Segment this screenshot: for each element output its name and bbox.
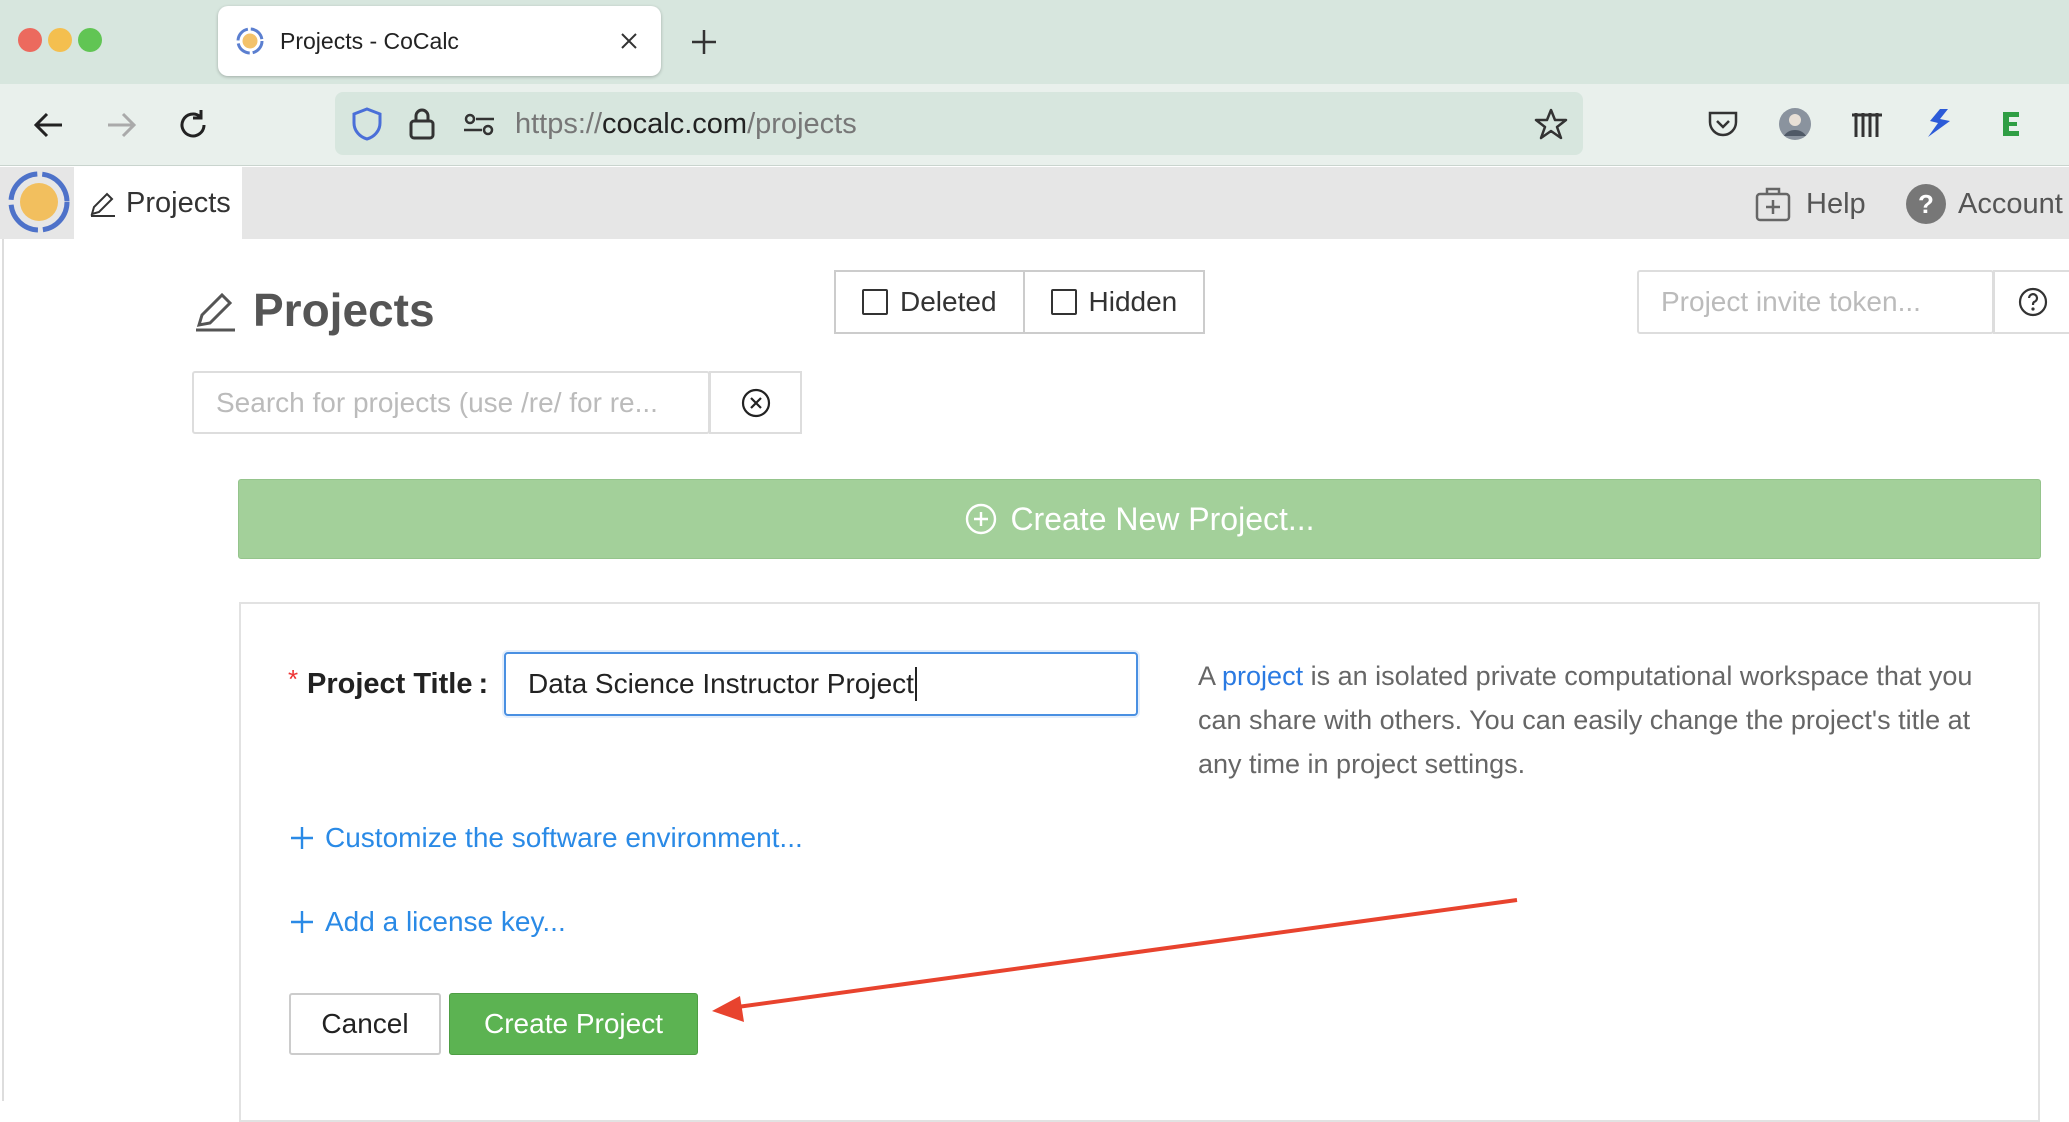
deleted-filter-label: Deleted <box>900 286 997 317</box>
new-tab-button[interactable] <box>680 18 728 66</box>
edit-icon <box>196 292 235 332</box>
token-help-button[interactable] <box>1993 270 2069 334</box>
pocket-icon[interactable] <box>1703 104 1743 144</box>
tab-title: Projects - CoCalc <box>280 27 459 54</box>
nav-tab-projects[interactable]: Projects <box>74 167 242 239</box>
help-button[interactable]: Help <box>1754 180 1866 228</box>
project-search-input[interactable]: Search for projects (use /re/ for re... <box>192 371 710 434</box>
project-title-input[interactable]: Data Science Instructor Project <box>504 652 1138 716</box>
left-border <box>2 239 4 1101</box>
shield-icon[interactable] <box>347 104 387 144</box>
hidden-filter-toggle[interactable]: Hidden <box>1024 270 1206 334</box>
add-license-key-link[interactable]: Add a license key... <box>289 900 566 944</box>
project-invite-token-input[interactable]: Project invite token... <box>1637 270 1994 334</box>
plus-icon <box>291 827 313 849</box>
token-placeholder: Project invite token... <box>1661 286 1921 317</box>
lock-icon[interactable] <box>402 104 442 144</box>
page-title: Projects <box>193 280 435 340</box>
project-title-label: Project Title: <box>307 668 489 700</box>
cancel-button[interactable]: Cancel <box>289 993 441 1055</box>
create-new-project-label: Create New Project... <box>1010 500 1315 537</box>
plus-icon <box>692 30 716 54</box>
extension-grid-icon[interactable] <box>1847 104 1887 144</box>
close-circle-icon <box>741 388 770 417</box>
search-clear-button[interactable] <box>709 371 802 434</box>
account-question-icon: ? <box>1906 184 1946 224</box>
extension-puzzle-icon[interactable] <box>1919 104 1959 144</box>
reload-icon <box>180 110 206 138</box>
deleted-filter-toggle[interactable]: Deleted <box>834 270 1025 334</box>
minimize-window-button[interactable] <box>48 28 72 52</box>
cocalc-logo-icon[interactable] <box>6 169 72 235</box>
arrow-right-icon <box>108 112 137 138</box>
question-circle-icon <box>2018 287 2048 317</box>
required-mark: * <box>288 664 299 694</box>
maximize-window-button[interactable] <box>78 28 102 52</box>
create-new-project-button[interactable]: Create New Project... <box>238 479 2041 559</box>
page-title-text: Projects <box>253 284 435 336</box>
url-text[interactable]: https://cocalc.com/projects <box>515 108 857 141</box>
text-caret <box>914 667 917 701</box>
site-permissions-icon[interactable] <box>459 104 499 144</box>
help-label: Help <box>1806 187 1866 220</box>
hidden-filter-label: Hidden <box>1088 286 1178 317</box>
checkbox-icon <box>1050 289 1077 315</box>
plus-icon <box>291 911 313 933</box>
project-info-link[interactable]: project <box>1222 661 1303 691</box>
create-project-button[interactable]: Create Project <box>449 993 698 1055</box>
bookmark-star-icon[interactable] <box>1531 104 1571 144</box>
cocalc-favicon-icon <box>236 27 264 55</box>
medkit-icon <box>1755 187 1791 222</box>
search-placeholder: Search for projects (use /re/ for re... <box>216 386 658 418</box>
project-description: A project is an isolated private computa… <box>1198 661 1973 779</box>
forward-button[interactable] <box>98 102 144 148</box>
arrow-left-icon <box>33 112 62 138</box>
checkbox-icon <box>862 289 888 315</box>
back-button[interactable] <box>26 102 72 148</box>
reload-button[interactable] <box>170 102 216 148</box>
edit-icon <box>90 192 115 217</box>
browser-tab[interactable]: Projects - CoCalc <box>218 6 661 76</box>
plus-circle-icon <box>966 503 997 535</box>
account-label: Account <box>1958 187 2063 220</box>
filter-toggle-group: Deleted Hidden <box>834 270 1206 334</box>
profile-avatar-icon[interactable] <box>1775 104 1815 144</box>
close-window-button[interactable] <box>18 28 42 52</box>
tab-close-icon[interactable] <box>615 27 643 55</box>
customize-environment-link[interactable]: Customize the software environment... <box>289 816 803 860</box>
project-title-value: Data Science Instructor Project <box>528 668 914 699</box>
account-button[interactable]: ? Account <box>1906 180 2063 228</box>
nav-tab-label: Projects <box>126 186 231 219</box>
extension-e-icon[interactable] <box>1991 104 2031 144</box>
